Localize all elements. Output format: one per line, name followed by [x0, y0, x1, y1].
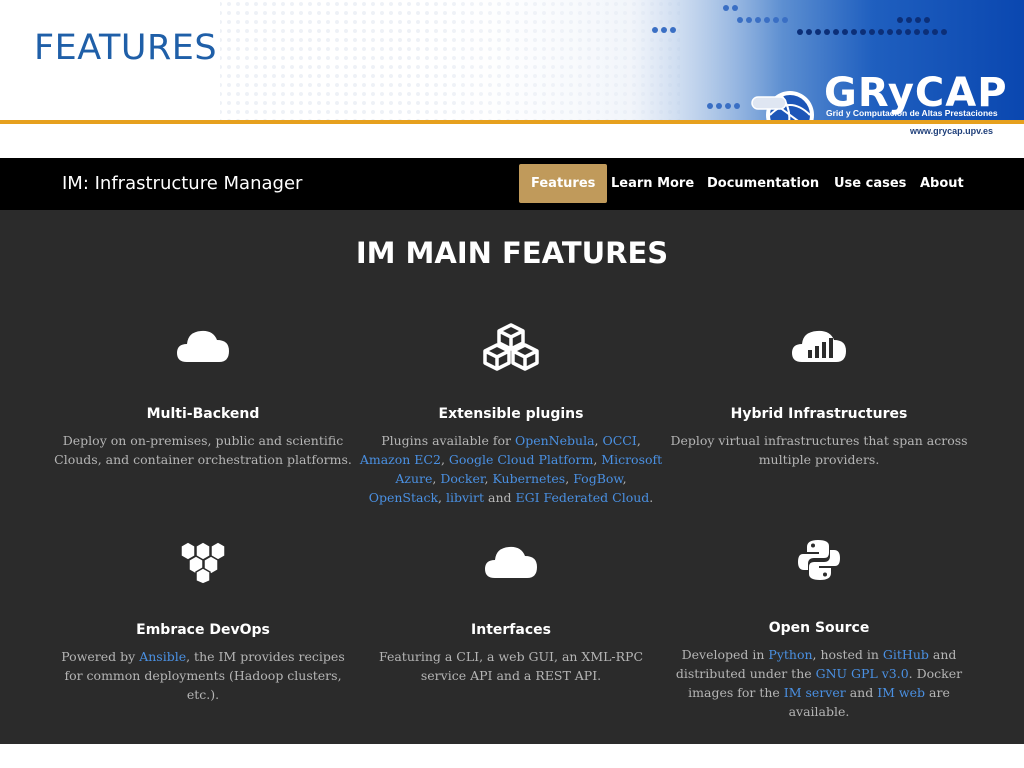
link-opennebula[interactable]: OpenNebula	[515, 433, 595, 448]
link-docker[interactable]: Docker	[440, 471, 484, 486]
grycap-url: www.grycap.upv.es	[910, 126, 994, 136]
feature-description: Deploy on on-premises, public and scient…	[54, 433, 352, 467]
python-icon	[798, 540, 840, 580]
feature-title: Hybrid Infrastructures	[730, 406, 908, 422]
grycap-logo-subtitle: Grid y Computación de Altas Prestaciones	[826, 108, 998, 118]
feature-description: Powered by Ansible, the IM provides reci…	[61, 649, 345, 702]
feature-title: Extensible plugins	[438, 406, 584, 422]
cubes-icon	[483, 323, 539, 371]
link-ansible[interactable]: Ansible	[139, 649, 186, 664]
feature-title: Interfaces	[471, 622, 551, 638]
link-im-server[interactable]: IM server	[784, 685, 846, 700]
link-fogbow[interactable]: FogBow	[573, 471, 622, 486]
link-libvirt[interactable]: libvirt	[446, 490, 484, 505]
link-python[interactable]: Python	[768, 647, 812, 662]
page-title: IM MAIN FEATURES	[355, 236, 669, 270]
feature-open-source: Open Source Developed in Python, hosted …	[664, 538, 974, 721]
feature-description: Deploy virtual infrastructures that span…	[670, 433, 968, 467]
cloud-icon	[485, 546, 537, 578]
link-amazon-ec2[interactable]: Amazon EC2	[360, 452, 441, 467]
navbar-brand[interactable]: IM: Infrastructure Manager	[62, 173, 302, 194]
link-google-cloud[interactable]: Google Cloud Platform	[449, 452, 593, 467]
nav-about[interactable]: About	[920, 164, 964, 203]
link-occi[interactable]: OCCI	[602, 433, 636, 448]
feature-title: Open Source	[768, 620, 870, 636]
link-gnu-gpl[interactable]: GNU GPL v3.0	[816, 666, 909, 681]
header-divider	[0, 120, 1024, 124]
link-microsoft-azure-2: Azure	[395, 471, 433, 486]
feature-interfaces: Interfaces Featuring a CLI, a web GUI, a…	[356, 538, 666, 685]
link-microsoft-azure-1: Microsoft	[601, 452, 663, 467]
feature-title: Multi-Backend	[146, 406, 260, 422]
nav-use-cases[interactable]: Use cases	[834, 164, 906, 203]
feature-multi-backend: Multi-Backend Deploy on on-premises, pub…	[48, 322, 358, 469]
feature-extensible-plugins: Extensible plugins Plugins available for…	[356, 322, 666, 507]
nav-learn-more[interactable]: Learn More	[611, 164, 694, 203]
feature-description: Featuring a CLI, a web GUI, an XML-RPC s…	[378, 649, 644, 683]
slide-footer	[0, 744, 1024, 768]
navbar: IM: Infrastructure Manager Features Lear…	[0, 158, 1024, 210]
feature-description: Developed in Python, hosted in GitHub an…	[675, 647, 963, 719]
cloud-chart-icon	[792, 330, 846, 362]
feature-description: Plugins available for OpenNebula, OCCI, …	[359, 433, 663, 505]
feature-embrace-devops: Embrace DevOps Powered by Ansible, the I…	[48, 538, 358, 704]
slide-title: FEATURES	[34, 28, 218, 68]
link-kubernetes[interactable]: Kubernetes	[492, 471, 565, 486]
link-openstack[interactable]: OpenStack	[369, 490, 438, 505]
feature-title: Embrace DevOps	[136, 622, 270, 638]
slide-header: FEATURES GRyCAP Grid y Computación de Al…	[0, 0, 1024, 158]
link-egi[interactable]: EGI Federated Cloud	[516, 490, 650, 505]
feature-hybrid-infrastructures: Hybrid Infrastructures Deploy virtual in…	[664, 322, 974, 469]
website-screenshot: IM: Infrastructure Manager Features Lear…	[0, 158, 1024, 744]
link-im-web[interactable]: IM web	[877, 685, 925, 700]
boxes-icon	[180, 541, 226, 584]
nav-features[interactable]: Features	[519, 164, 608, 203]
link-github[interactable]: GitHub	[883, 647, 929, 662]
cloud-icon	[177, 330, 229, 362]
nav-documentation[interactable]: Documentation	[707, 164, 819, 203]
